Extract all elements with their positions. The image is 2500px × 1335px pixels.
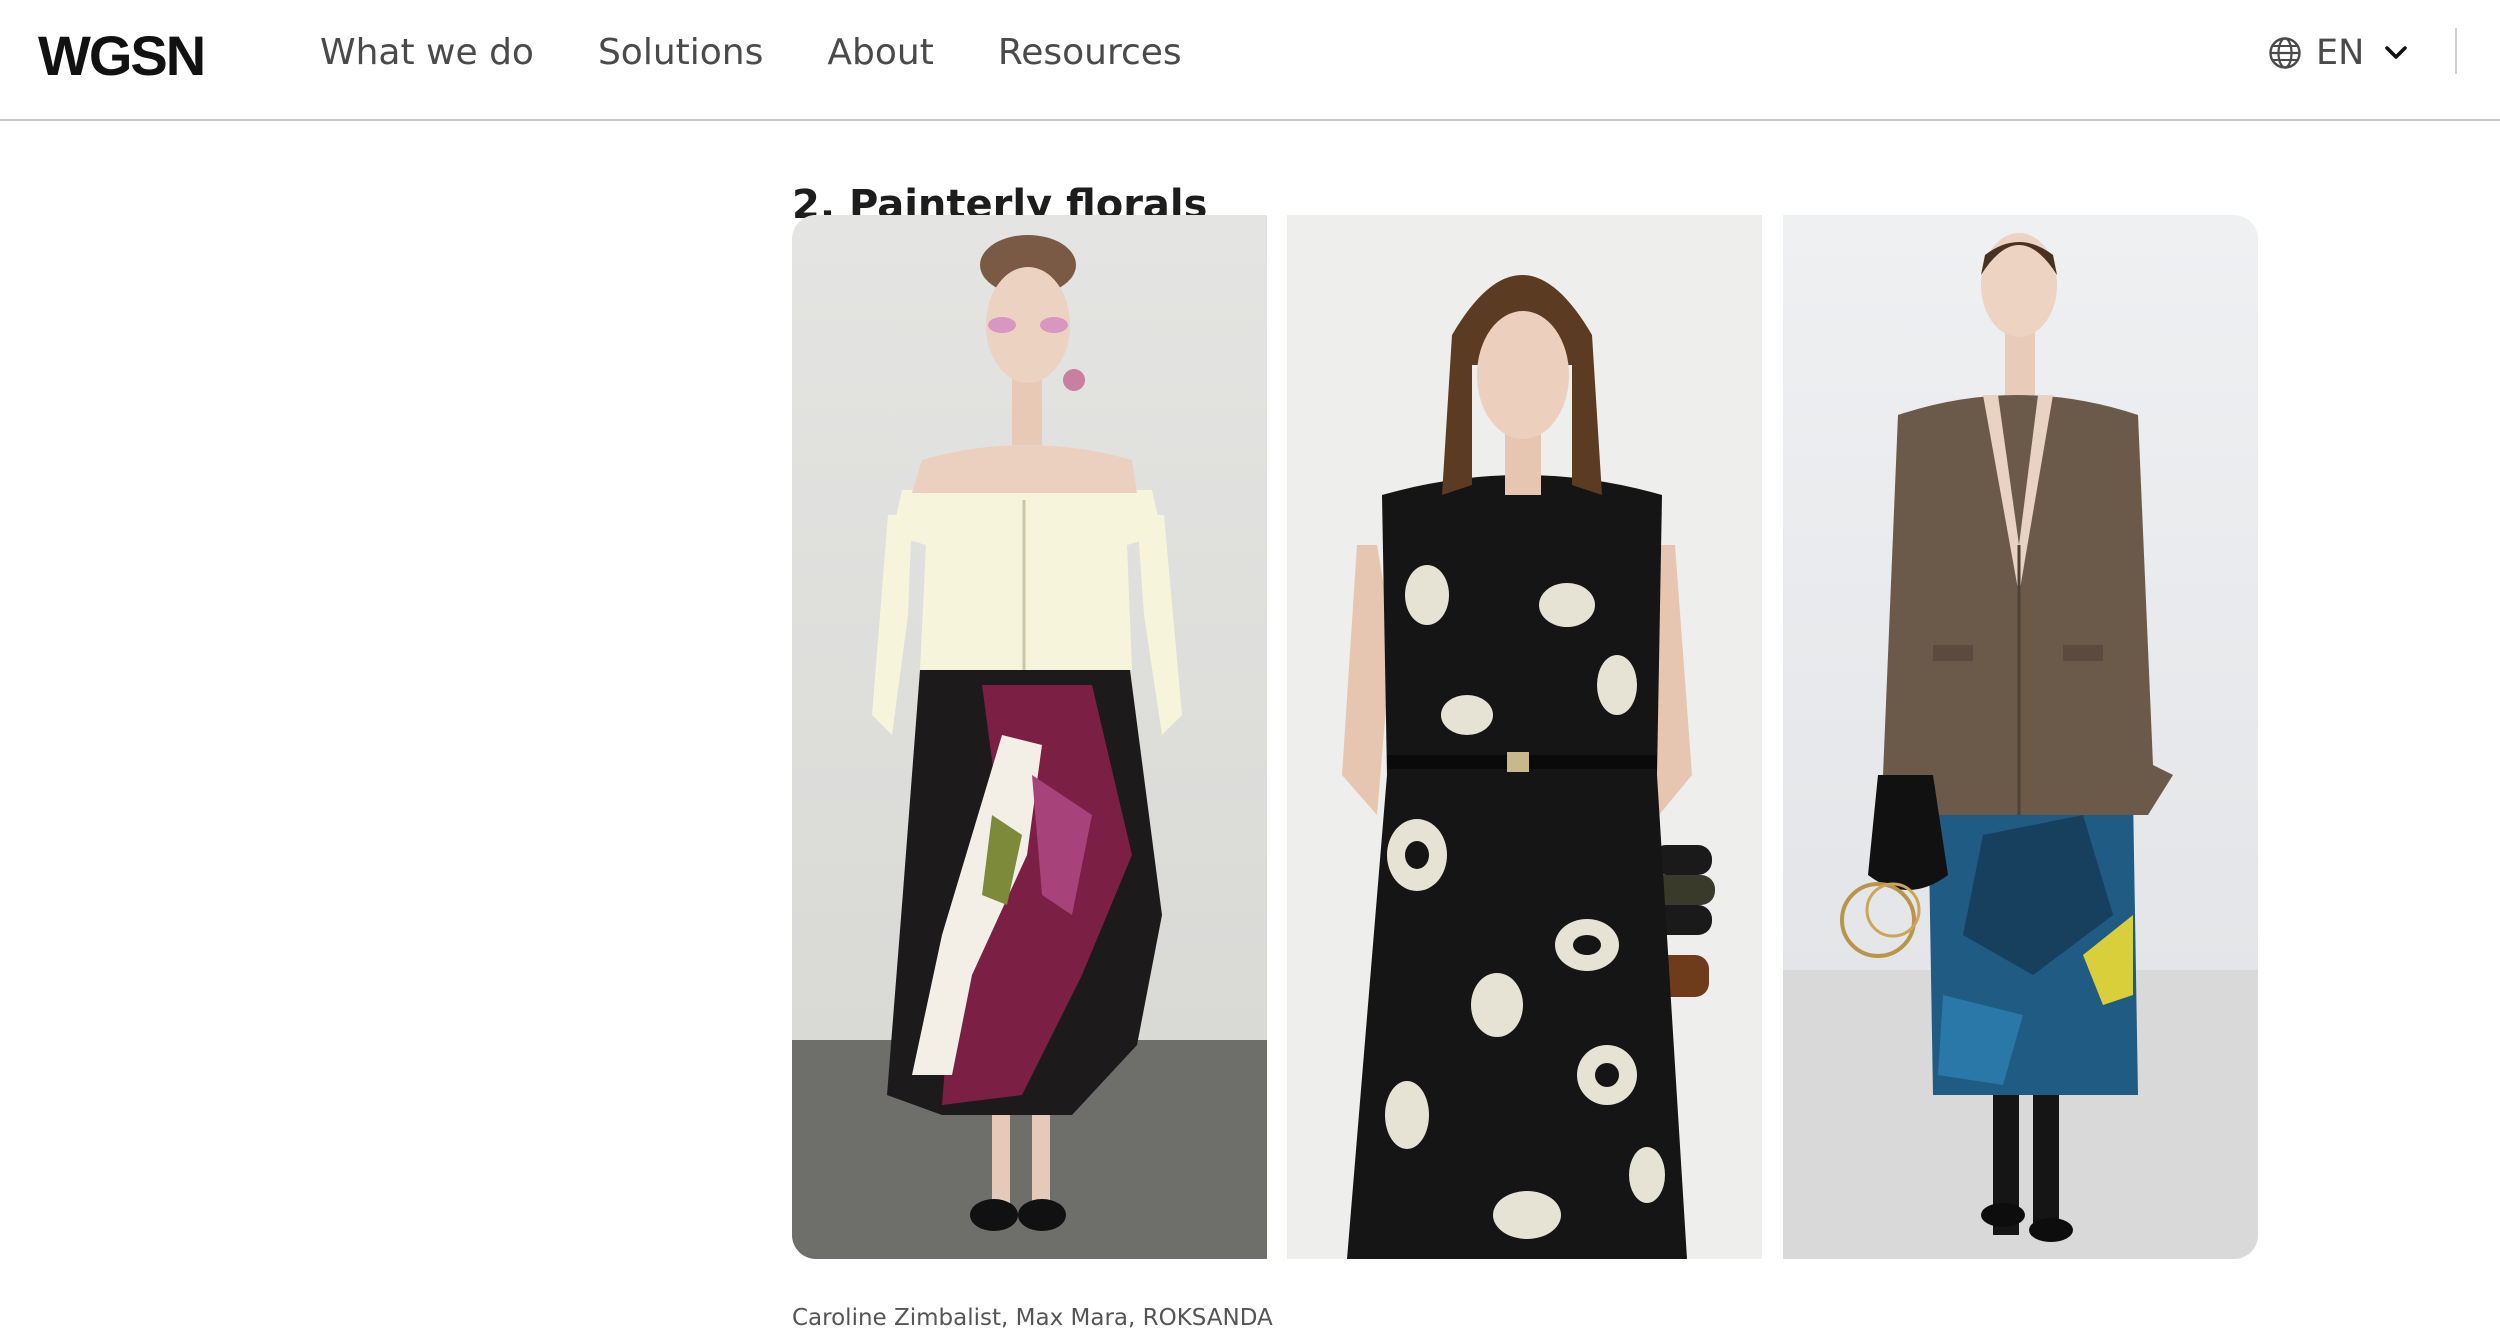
language-label: EN bbox=[2316, 33, 2365, 73]
site-header: WGSN What we do Solutions About Resource… bbox=[0, 0, 2500, 121]
wgsn-logo[interactable]: WGSN bbox=[38, 27, 228, 81]
language-selector[interactable]: EN bbox=[2268, 30, 2408, 76]
runway-image-3[interactable] bbox=[1783, 215, 2258, 1259]
image-caption: Caroline Zimbalist, Max Mara, ROKSANDA bbox=[792, 1305, 1273, 1331]
image-gallery bbox=[792, 215, 2258, 1259]
runway-image-2[interactable] bbox=[1287, 215, 1762, 1259]
nav-about[interactable]: About bbox=[827, 28, 933, 78]
main-nav: What we do Solutions About Resources bbox=[320, 28, 1246, 78]
runway-image-1[interactable] bbox=[792, 215, 1267, 1259]
nav-solutions[interactable]: Solutions bbox=[598, 28, 763, 78]
svg-text:WGSN: WGSN bbox=[38, 27, 204, 81]
nav-what-we-do[interactable]: What we do bbox=[320, 28, 534, 78]
header-divider bbox=[2455, 28, 2457, 74]
globe-icon bbox=[2269, 37, 2301, 69]
chevron-down-icon bbox=[2385, 46, 2408, 59]
nav-resources[interactable]: Resources bbox=[998, 28, 1182, 78]
